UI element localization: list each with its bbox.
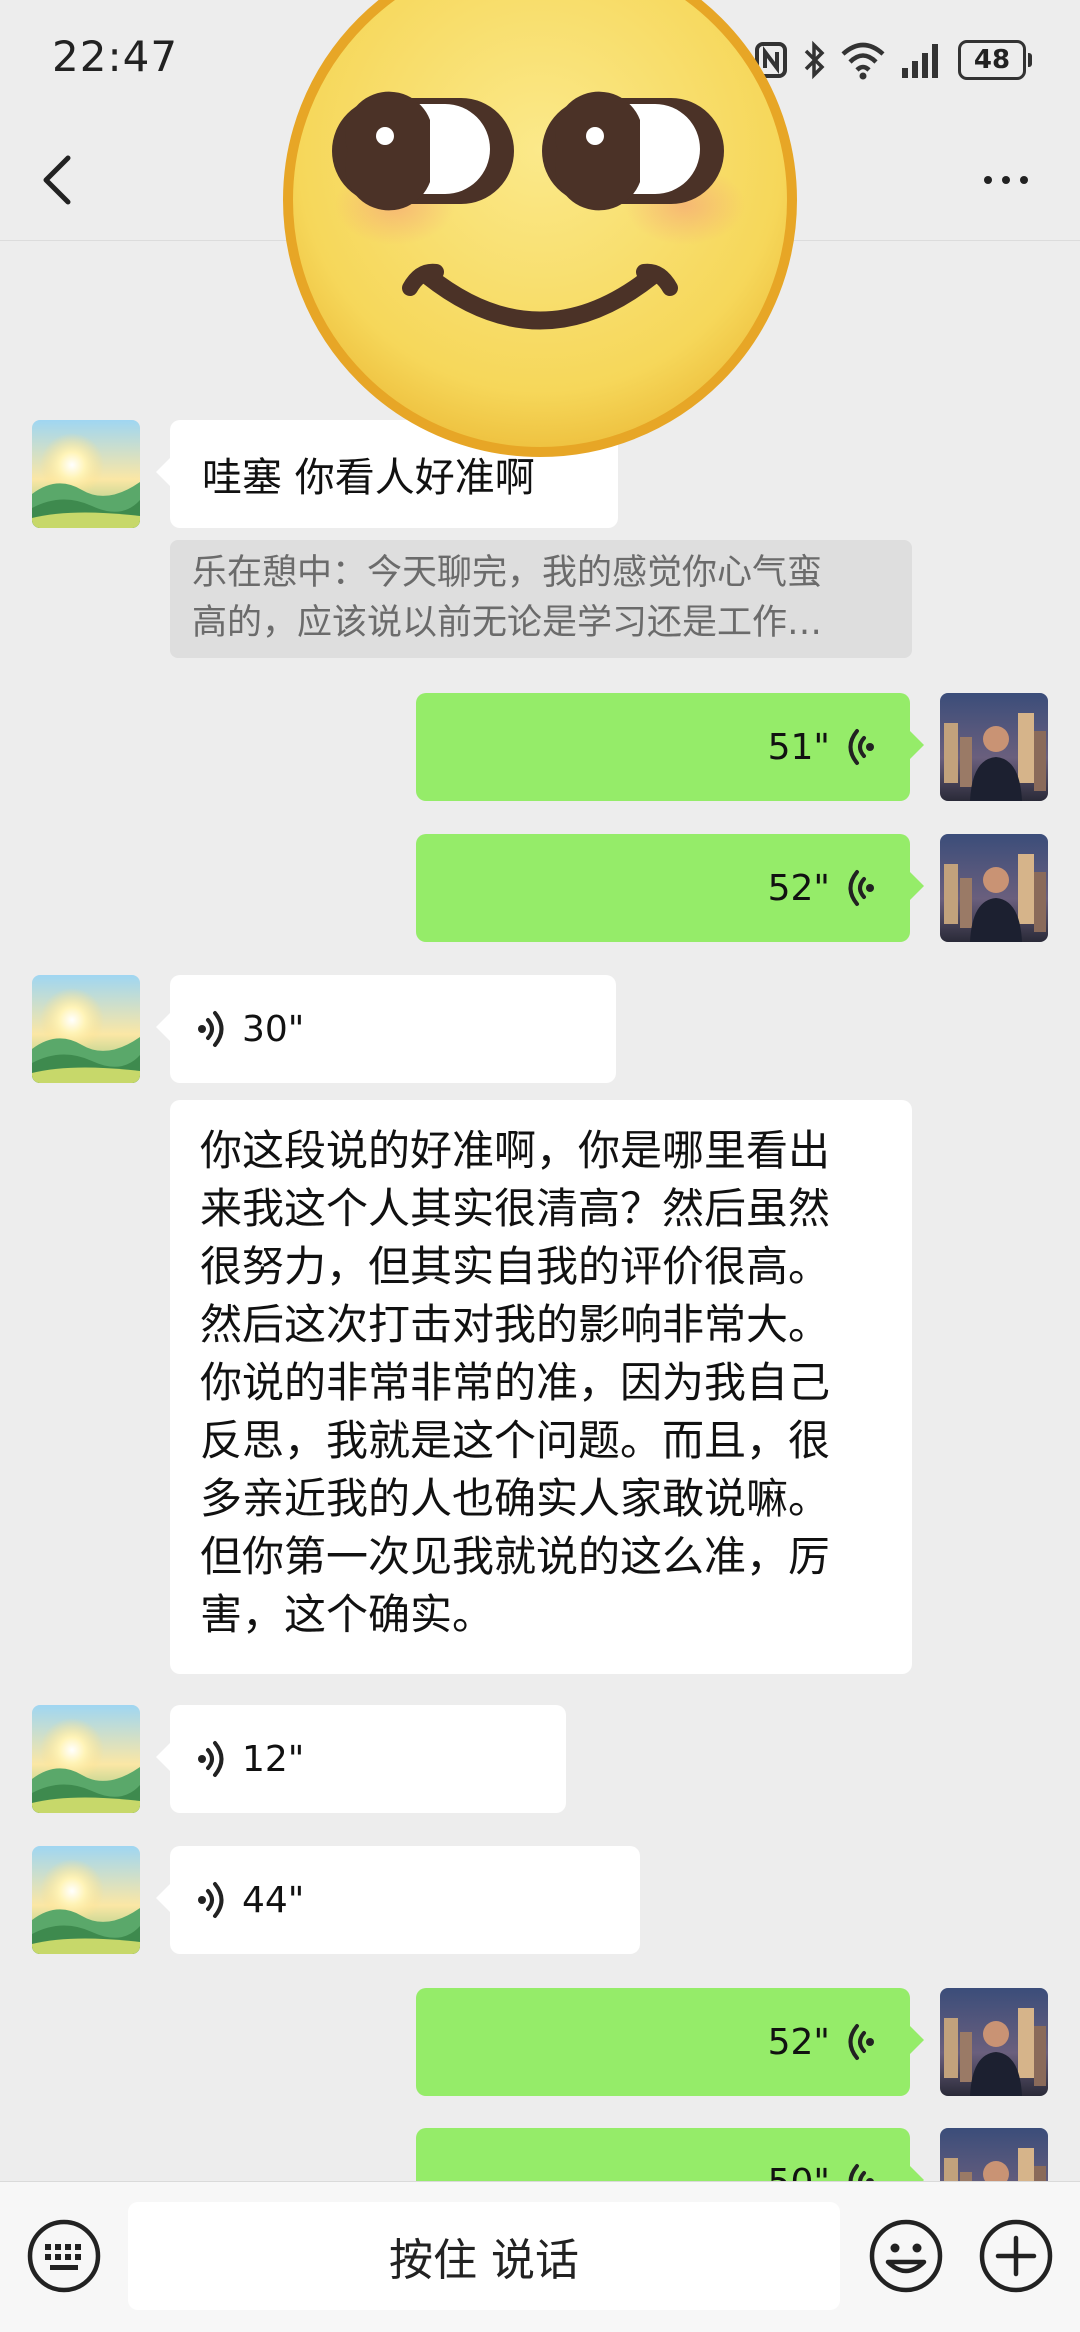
self-avatar[interactable] <box>940 834 1048 942</box>
self-avatar[interactable] <box>940 1988 1048 2096</box>
keyboard-icon[interactable] <box>26 2218 102 2294</box>
quoted-message[interactable]: 乐在憩中：今天聊完，我的感觉你心气蛮 高的，应该说以前无论是学习还是工作… <box>170 540 912 658</box>
contact-avatar[interactable] <box>32 1705 140 1813</box>
voice-transcript[interactable]: 你这段说的好准啊，你是哪里看出 来我这个人其实很清高？然后虽然 很努力，但其实自… <box>170 1100 912 1674</box>
chevron-left-icon[interactable] <box>38 150 78 210</box>
voice-wave-icon <box>198 1741 224 1777</box>
smirk-emoji <box>283 0 797 457</box>
plus-icon[interactable] <box>978 2218 1054 2294</box>
contact-avatar[interactable] <box>32 420 140 528</box>
self-avatar[interactable] <box>940 693 1048 801</box>
transcript-line: 反思，我就是这个问题。而且，很 <box>200 1416 831 1465</box>
transcript-line: 你这段说的好准啊，你是哪里看出 <box>200 1126 831 1175</box>
wifi-icon <box>841 42 885 80</box>
voice-message[interactable]: 44" <box>156 1846 640 1954</box>
voice-wave-icon <box>198 1011 224 1047</box>
quote-line: 高的，应该说以前无论是学习还是工作… <box>192 603 823 643</box>
transcript-line: 多亲近我的人也确实人家敢说嘛。 <box>200 1474 831 1523</box>
voice-duration: 44" <box>242 1879 305 1921</box>
voice-wave-icon <box>848 2024 874 2060</box>
transcript-line: 很努力，但其实自我的评价很高。 <box>200 1242 831 1291</box>
transcript-line: 但你第一次见我就说的这么准，厉 <box>200 1532 831 1581</box>
transcript-line: 来我这个人其实很清高？然后虽然 <box>200 1184 831 1233</box>
voice-duration: 52" <box>767 867 830 909</box>
voice-duration: 30" <box>242 1008 305 1050</box>
battery-icon: 48 <box>958 40 1032 80</box>
voice-message[interactable]: 52" <box>416 834 924 942</box>
voice-message[interactable]: 51" <box>416 693 924 801</box>
more-dots-icon[interactable] <box>984 160 1040 200</box>
transcript-line: 你说的非常非常的准，因为我自己 <box>200 1358 831 1407</box>
voice-duration: 52" <box>767 2021 830 2063</box>
status-time: 22:47 <box>52 32 179 81</box>
contact-avatar[interactable] <box>32 1846 140 1954</box>
transcript-line: 害，这个确实。 <box>200 1590 495 1639</box>
signal-icon <box>902 44 938 78</box>
quote-line: 乐在憩中：今天聊完，我的感觉你心气蛮 <box>192 553 823 593</box>
voice-wave-icon <box>848 729 874 765</box>
voice-wave-icon <box>848 870 874 906</box>
emoji-icon[interactable] <box>868 2218 944 2294</box>
voice-duration: 12" <box>242 1738 305 1780</box>
voice-duration: 51" <box>767 726 830 768</box>
voice-message[interactable]: 52" <box>416 1988 924 2096</box>
transcript-line: 然后这次打击对我的影响非常大。 <box>200 1300 831 1349</box>
hold-to-talk-button[interactable]: 按住 说话 <box>128 2202 840 2310</box>
voice-message[interactable]: 12" <box>156 1705 566 1813</box>
contact-avatar[interactable] <box>32 975 140 1083</box>
bluetooth-icon <box>804 40 825 80</box>
voice-message[interactable]: 30" <box>156 975 616 1083</box>
voice-wave-icon <box>198 1882 224 1918</box>
